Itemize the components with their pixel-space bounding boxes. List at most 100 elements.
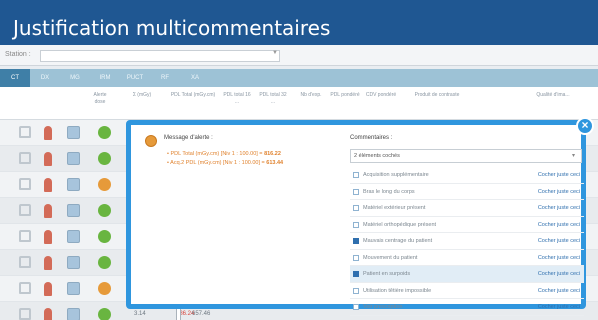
- tab-dx[interactable]: DX: [30, 69, 60, 87]
- person-icon[interactable]: [44, 152, 52, 166]
- document-search-icon[interactable]: [67, 230, 80, 243]
- comment-label: Mouvement du patient: [363, 254, 418, 261]
- comment-label: Utilisation têtière impossible: [363, 287, 432, 294]
- comment-checkbox[interactable]: [353, 238, 359, 244]
- person-icon[interactable]: [44, 256, 52, 270]
- home-icon[interactable]: [19, 230, 31, 242]
- column-header[interactable]: Qualité d'ima...: [518, 92, 588, 99]
- status-dot: [98, 204, 111, 217]
- comment-option[interactable]: Matériel extérieur présent Cocher juste c…: [350, 200, 584, 217]
- document-search-icon[interactable]: [67, 256, 80, 269]
- check-only-link[interactable]: Cocher juste ceci: [538, 222, 580, 228]
- justification-dialog: Message d'alerte : • PDL Total (mGy.cm) …: [126, 120, 586, 316]
- alert-line: • Acq.2 PDL (mGy.cm) [Niv 1 : 100.00] = …: [167, 160, 284, 166]
- alert-line-value: 816.22: [264, 151, 281, 157]
- tab-puct[interactable]: PUCT: [120, 69, 150, 87]
- check-only-link[interactable]: Cocher juste ceci: [538, 172, 580, 178]
- column-header[interactable]: Produit de contraste: [412, 92, 462, 99]
- comments-select[interactable]: 2 éléments cochés ▾: [350, 149, 582, 163]
- comment-checkbox[interactable]: [353, 254, 359, 261]
- person-icon[interactable]: [44, 230, 52, 244]
- alert-line-text: Acq.2 PDL (mGy.cm) [Niv 1 : 100.00] =: [170, 160, 267, 166]
- check-only-link[interactable]: Cocher juste ceci: [538, 238, 580, 244]
- comments-list: Acquisition supplémentaire Cocher juste c…: [350, 167, 584, 316]
- person-icon[interactable]: [44, 126, 52, 140]
- person-icon[interactable]: [44, 282, 52, 296]
- home-icon[interactable]: [19, 178, 31, 190]
- person-icon[interactable]: [44, 178, 52, 192]
- home-icon[interactable]: [19, 204, 31, 216]
- sum-cell: 3.14: [134, 311, 146, 317]
- station-filter: Station : ▼: [0, 45, 598, 66]
- comment-checkbox[interactable]: [353, 304, 359, 310]
- app-window: Justification multicommentaires Station …: [0, 0, 598, 320]
- check-only-link[interactable]: Cocher juste ceci: [538, 189, 580, 195]
- home-icon[interactable]: [19, 152, 31, 164]
- close-icon[interactable]: ×: [576, 117, 594, 135]
- comment-label: Matériel extérieur présent: [363, 205, 426, 211]
- station-select[interactable]: [40, 50, 280, 62]
- comment-checkbox[interactable]: [353, 205, 359, 211]
- tab-mg[interactable]: MG: [60, 69, 90, 87]
- comment-option[interactable]: Voir prescription Cocher juste ceci: [350, 299, 584, 316]
- comment-label: Acquisition supplémentaire: [363, 172, 429, 178]
- column-header[interactable]: Alerte dose: [88, 92, 112, 106]
- check-only-link[interactable]: Cocher juste ceci: [538, 288, 580, 294]
- person-icon[interactable]: [44, 308, 52, 320]
- column-header[interactable]: Nb d'exp.: [296, 92, 326, 99]
- comment-option[interactable]: Bras le long du corps Cocher juste ceci: [350, 184, 584, 200]
- status-dot: [98, 152, 111, 165]
- table-header: Alerte dose Σ (mGy) PDL Total (mGy.cm) PDL …: [0, 87, 598, 120]
- comment-option[interactable]: Matériel orthopédique présent Cocher just…: [350, 217, 584, 233]
- comment-option[interactable]: Patient en surpoids Cocher juste ceci: [350, 266, 584, 283]
- alert-line: • PDL Total (mGy.cm) [Niv 1 : 100.00] = …: [167, 151, 281, 157]
- status-dot: [98, 178, 111, 191]
- document-search-icon[interactable]: [67, 308, 80, 320]
- chevron-down-icon[interactable]: ▼: [272, 50, 278, 56]
- check-only-link[interactable]: Cocher juste ceci: [538, 271, 580, 277]
- comment-option[interactable]: Mauvais centrage du patient Cocher juste …: [350, 233, 584, 250]
- alert-line-value: 613.44: [266, 160, 284, 166]
- comment-label: Patient en surpoids: [363, 271, 411, 277]
- person-icon[interactable]: [44, 204, 52, 218]
- comments-title: Commentaires :: [350, 135, 393, 141]
- comment-option[interactable]: Utilisation têtière impossible Cocher jus…: [350, 283, 584, 299]
- document-search-icon[interactable]: [67, 204, 80, 217]
- comment-label: Mauvais centrage du patient: [363, 238, 433, 244]
- tab-rf[interactable]: RF: [150, 69, 180, 87]
- chevron-down-icon[interactable]: ▾: [572, 152, 575, 159]
- column-header[interactable]: PDL pondéré: [328, 92, 362, 99]
- document-search-icon[interactable]: [67, 152, 80, 165]
- comment-label: Voir prescription: [363, 304, 403, 310]
- comment-option[interactable]: Mouvement du patient Cocher juste ceci: [350, 250, 584, 266]
- status-dot: [98, 282, 111, 295]
- tab-ct[interactable]: CT: [0, 69, 30, 87]
- status-dot: [98, 256, 111, 269]
- document-search-icon[interactable]: [67, 282, 80, 295]
- check-only-link[interactable]: Cocher juste ceci: [538, 304, 580, 310]
- comment-option[interactable]: Acquisition supplémentaire Cocher juste c…: [350, 167, 584, 184]
- comment-checkbox[interactable]: [353, 271, 359, 277]
- home-icon[interactable]: [19, 126, 31, 138]
- home-icon[interactable]: [19, 308, 31, 320]
- column-header[interactable]: PDL Total (mGy.cm): [170, 92, 216, 99]
- column-header[interactable]: CDV pondéré: [362, 92, 400, 99]
- alert-icon: [145, 135, 157, 147]
- column-header[interactable]: Σ (mGy): [128, 92, 156, 99]
- tab-irm[interactable]: IRM: [90, 69, 120, 87]
- comment-checkbox[interactable]: [353, 287, 359, 294]
- home-icon[interactable]: [19, 256, 31, 268]
- check-only-link[interactable]: Cocher juste ceci: [538, 205, 580, 211]
- modality-tabs: CT DX MG IRM PUCT RF XA: [0, 69, 598, 87]
- comment-checkbox[interactable]: [353, 221, 359, 228]
- column-header[interactable]: PDL total 32 ...: [258, 92, 288, 106]
- document-search-icon[interactable]: [67, 178, 80, 191]
- home-icon[interactable]: [19, 282, 31, 294]
- comment-checkbox[interactable]: [353, 188, 359, 195]
- alert-title: Message d'alerte :: [164, 135, 213, 141]
- check-only-link[interactable]: Cocher juste ceci: [538, 255, 580, 261]
- comment-checkbox[interactable]: [353, 172, 359, 178]
- tab-xa[interactable]: XA: [180, 69, 210, 87]
- column-header[interactable]: PDL total 16 ...: [222, 92, 252, 106]
- document-search-icon[interactable]: [67, 126, 80, 139]
